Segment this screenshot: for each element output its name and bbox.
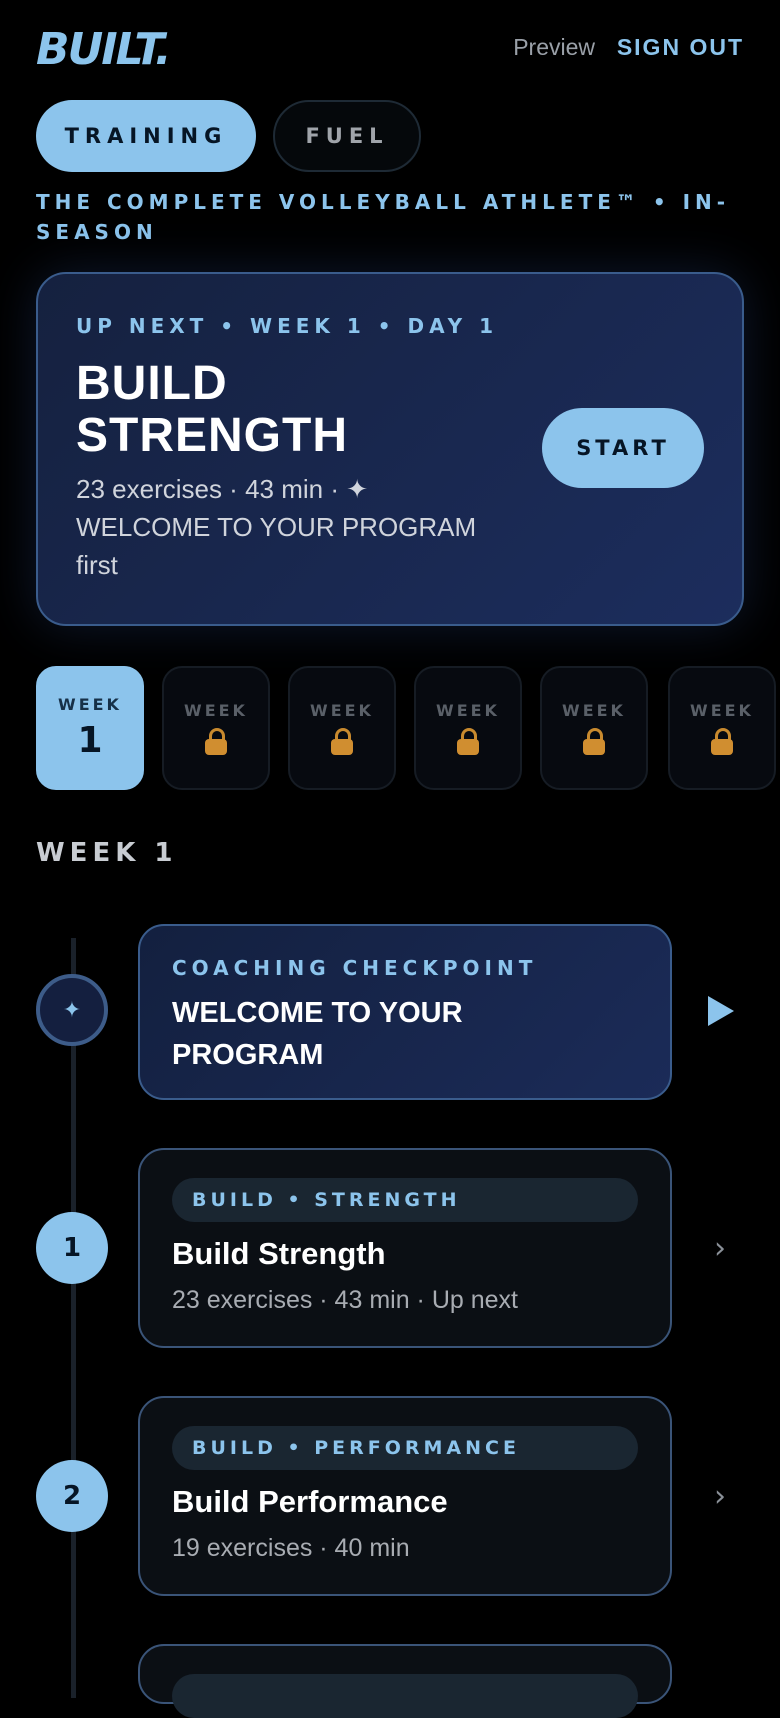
tab-training[interactable]: TRAINING [36,100,256,172]
week-tab-3[interactable]: WEEK [288,666,396,790]
week-label: WEEK [58,695,122,714]
tab-fuel[interactable]: FUEL [273,100,421,172]
week-tab-4[interactable]: WEEK [414,666,522,790]
section-heading: WEEK 1 [36,838,178,868]
lock-icon [330,727,354,756]
day-card-2[interactable]: BUILD • PERFORMANCE Build Performance 19… [138,1396,672,1596]
week-tab-1[interactable]: WEEK 1 [36,666,144,790]
day-title: Build Strength [172,1236,386,1271]
day-tag: BUILD • PERFORMANCE [172,1426,638,1470]
day-meta: 19 exercises · 40 min [172,1534,410,1562]
week-label: WEEK [690,700,754,720]
chevron-right-icon[interactable]: › [714,1234,726,1264]
up-next-meta: 23 exercises · 43 min · ✦ WELCOME TO YOU… [76,474,477,580]
week-tab-5[interactable]: WEEK [540,666,648,790]
day-meta: 23 exercises · 43 min · Up next [172,1286,518,1314]
week-tab-2[interactable]: WEEK [162,666,270,790]
timeline-line [71,938,76,1698]
lock-icon [710,727,734,756]
day-tag: BUILD • STRENGTH [172,1178,638,1222]
week-label: WEEK [310,700,374,720]
program-title: THE COMPLETE VOLLEYBALL ATHLETE™ • IN-SE… [36,190,731,244]
chevron-right-icon[interactable]: › [714,1482,726,1512]
preview-link[interactable]: Preview [513,34,595,61]
checkpoint-eyebrow: COACHING CHECKPOINT [172,956,538,980]
day-number-badge: 2 [36,1460,108,1532]
week-label: WEEK [562,700,626,720]
day-number-badge: 1 [36,1212,108,1284]
start-button[interactable]: START [542,408,704,488]
sign-out-button[interactable]: SIGN OUT [617,34,744,61]
lock-icon [204,727,228,756]
checkpoint-title: WELCOME TO YOUR PROGRAM [172,997,463,1071]
app-logo: BUILT. [36,24,172,75]
day-title: Build Performance [172,1484,448,1519]
lock-icon [582,727,606,756]
day-tag [172,1674,638,1718]
sparkle-icon: ✦ [36,974,108,1046]
up-next-card[interactable]: UP NEXT • WEEK 1 • DAY 1 BUILD STRENGTH … [36,272,744,626]
week-number: 1 [77,720,103,761]
up-next-title: BUILD STRENGTH [76,357,348,462]
coaching-checkpoint-card[interactable]: COACHING CHECKPOINT WELCOME TO YOUR PROG… [138,924,672,1100]
week-label: WEEK [184,700,248,720]
week-label: WEEK [436,700,500,720]
lock-icon [456,727,480,756]
play-icon[interactable] [708,996,734,1026]
up-next-eyebrow: UP NEXT • WEEK 1 • DAY 1 [76,314,499,338]
week-tab-6[interactable]: WEEK [668,666,776,790]
day-card-1[interactable]: BUILD • STRENGTH Build Strength 23 exerc… [138,1148,672,1348]
day-card-3[interactable] [138,1644,672,1718]
